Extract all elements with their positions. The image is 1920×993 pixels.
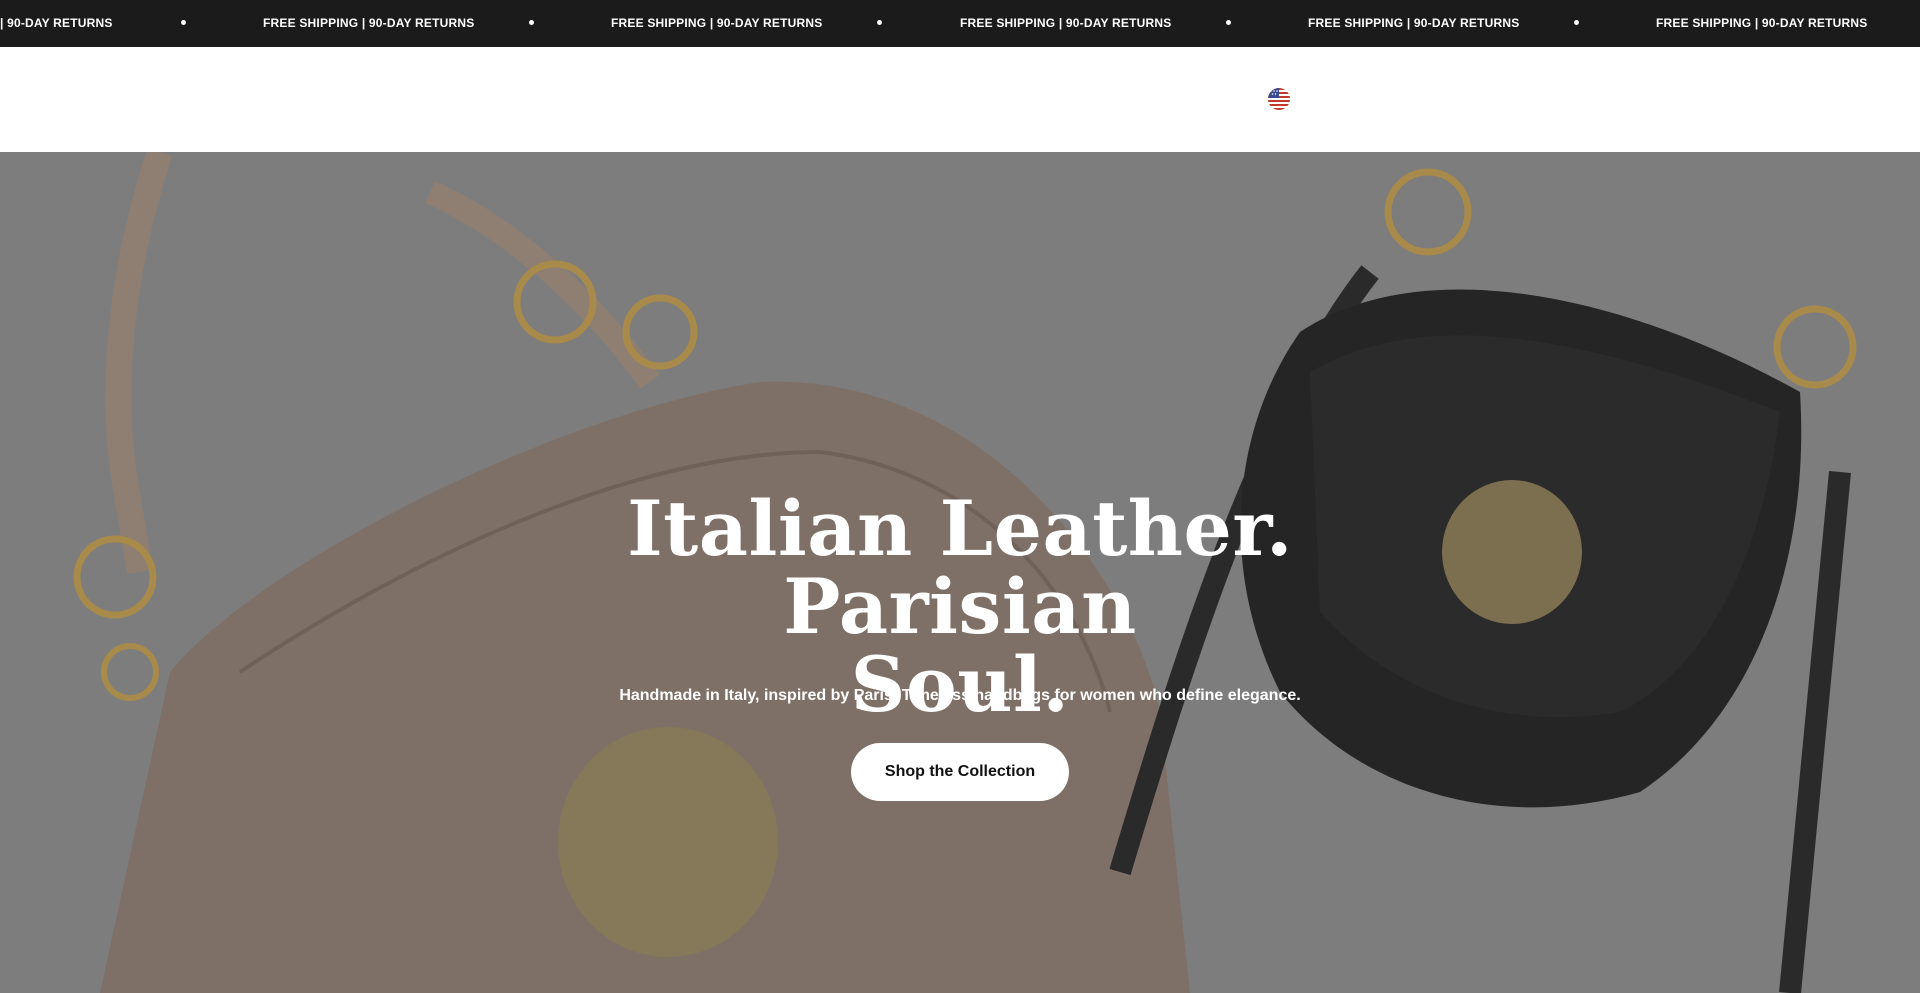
bullet-separator: [1574, 20, 1579, 25]
announcement-text: FREE SHIPPING | 90-DAY RETURNS: [611, 16, 823, 30]
bullet-separator: [181, 20, 186, 25]
announcement-text: FREE SHIPPING | 90-DAY RETURNS: [1656, 16, 1868, 30]
announcement-text: | 90-DAY RETURNS: [0, 16, 113, 30]
announcement-text: FREE SHIPPING | 90-DAY RETURNS: [960, 16, 1172, 30]
bullet-separator: [1226, 20, 1231, 25]
hero-title-line1: Italian Leather. Parisian: [627, 484, 1293, 651]
bullet-separator: [529, 20, 534, 25]
us-flag-icon[interactable]: [1268, 88, 1290, 110]
hero-subtitle: Handmade in Italy, inspired by Paris. Ti…: [619, 687, 1301, 704]
hero-banner: Italian Leather. Parisian Soul. Handmade…: [0, 152, 1920, 993]
announcement-bar: | 90-DAY RETURNS FREE SHIPPING | 90-DAY …: [0, 0, 1920, 47]
site-header: [0, 47, 1920, 152]
bullet-separator: [877, 20, 882, 25]
announcement-text: FREE SHIPPING | 90-DAY RETURNS: [1308, 16, 1520, 30]
hero-title-line2: Soul.: [850, 640, 1070, 729]
announcement-text: FREE SHIPPING | 90-DAY RETURNS: [263, 16, 475, 30]
shop-collection-button[interactable]: Shop the Collection: [851, 743, 1069, 801]
